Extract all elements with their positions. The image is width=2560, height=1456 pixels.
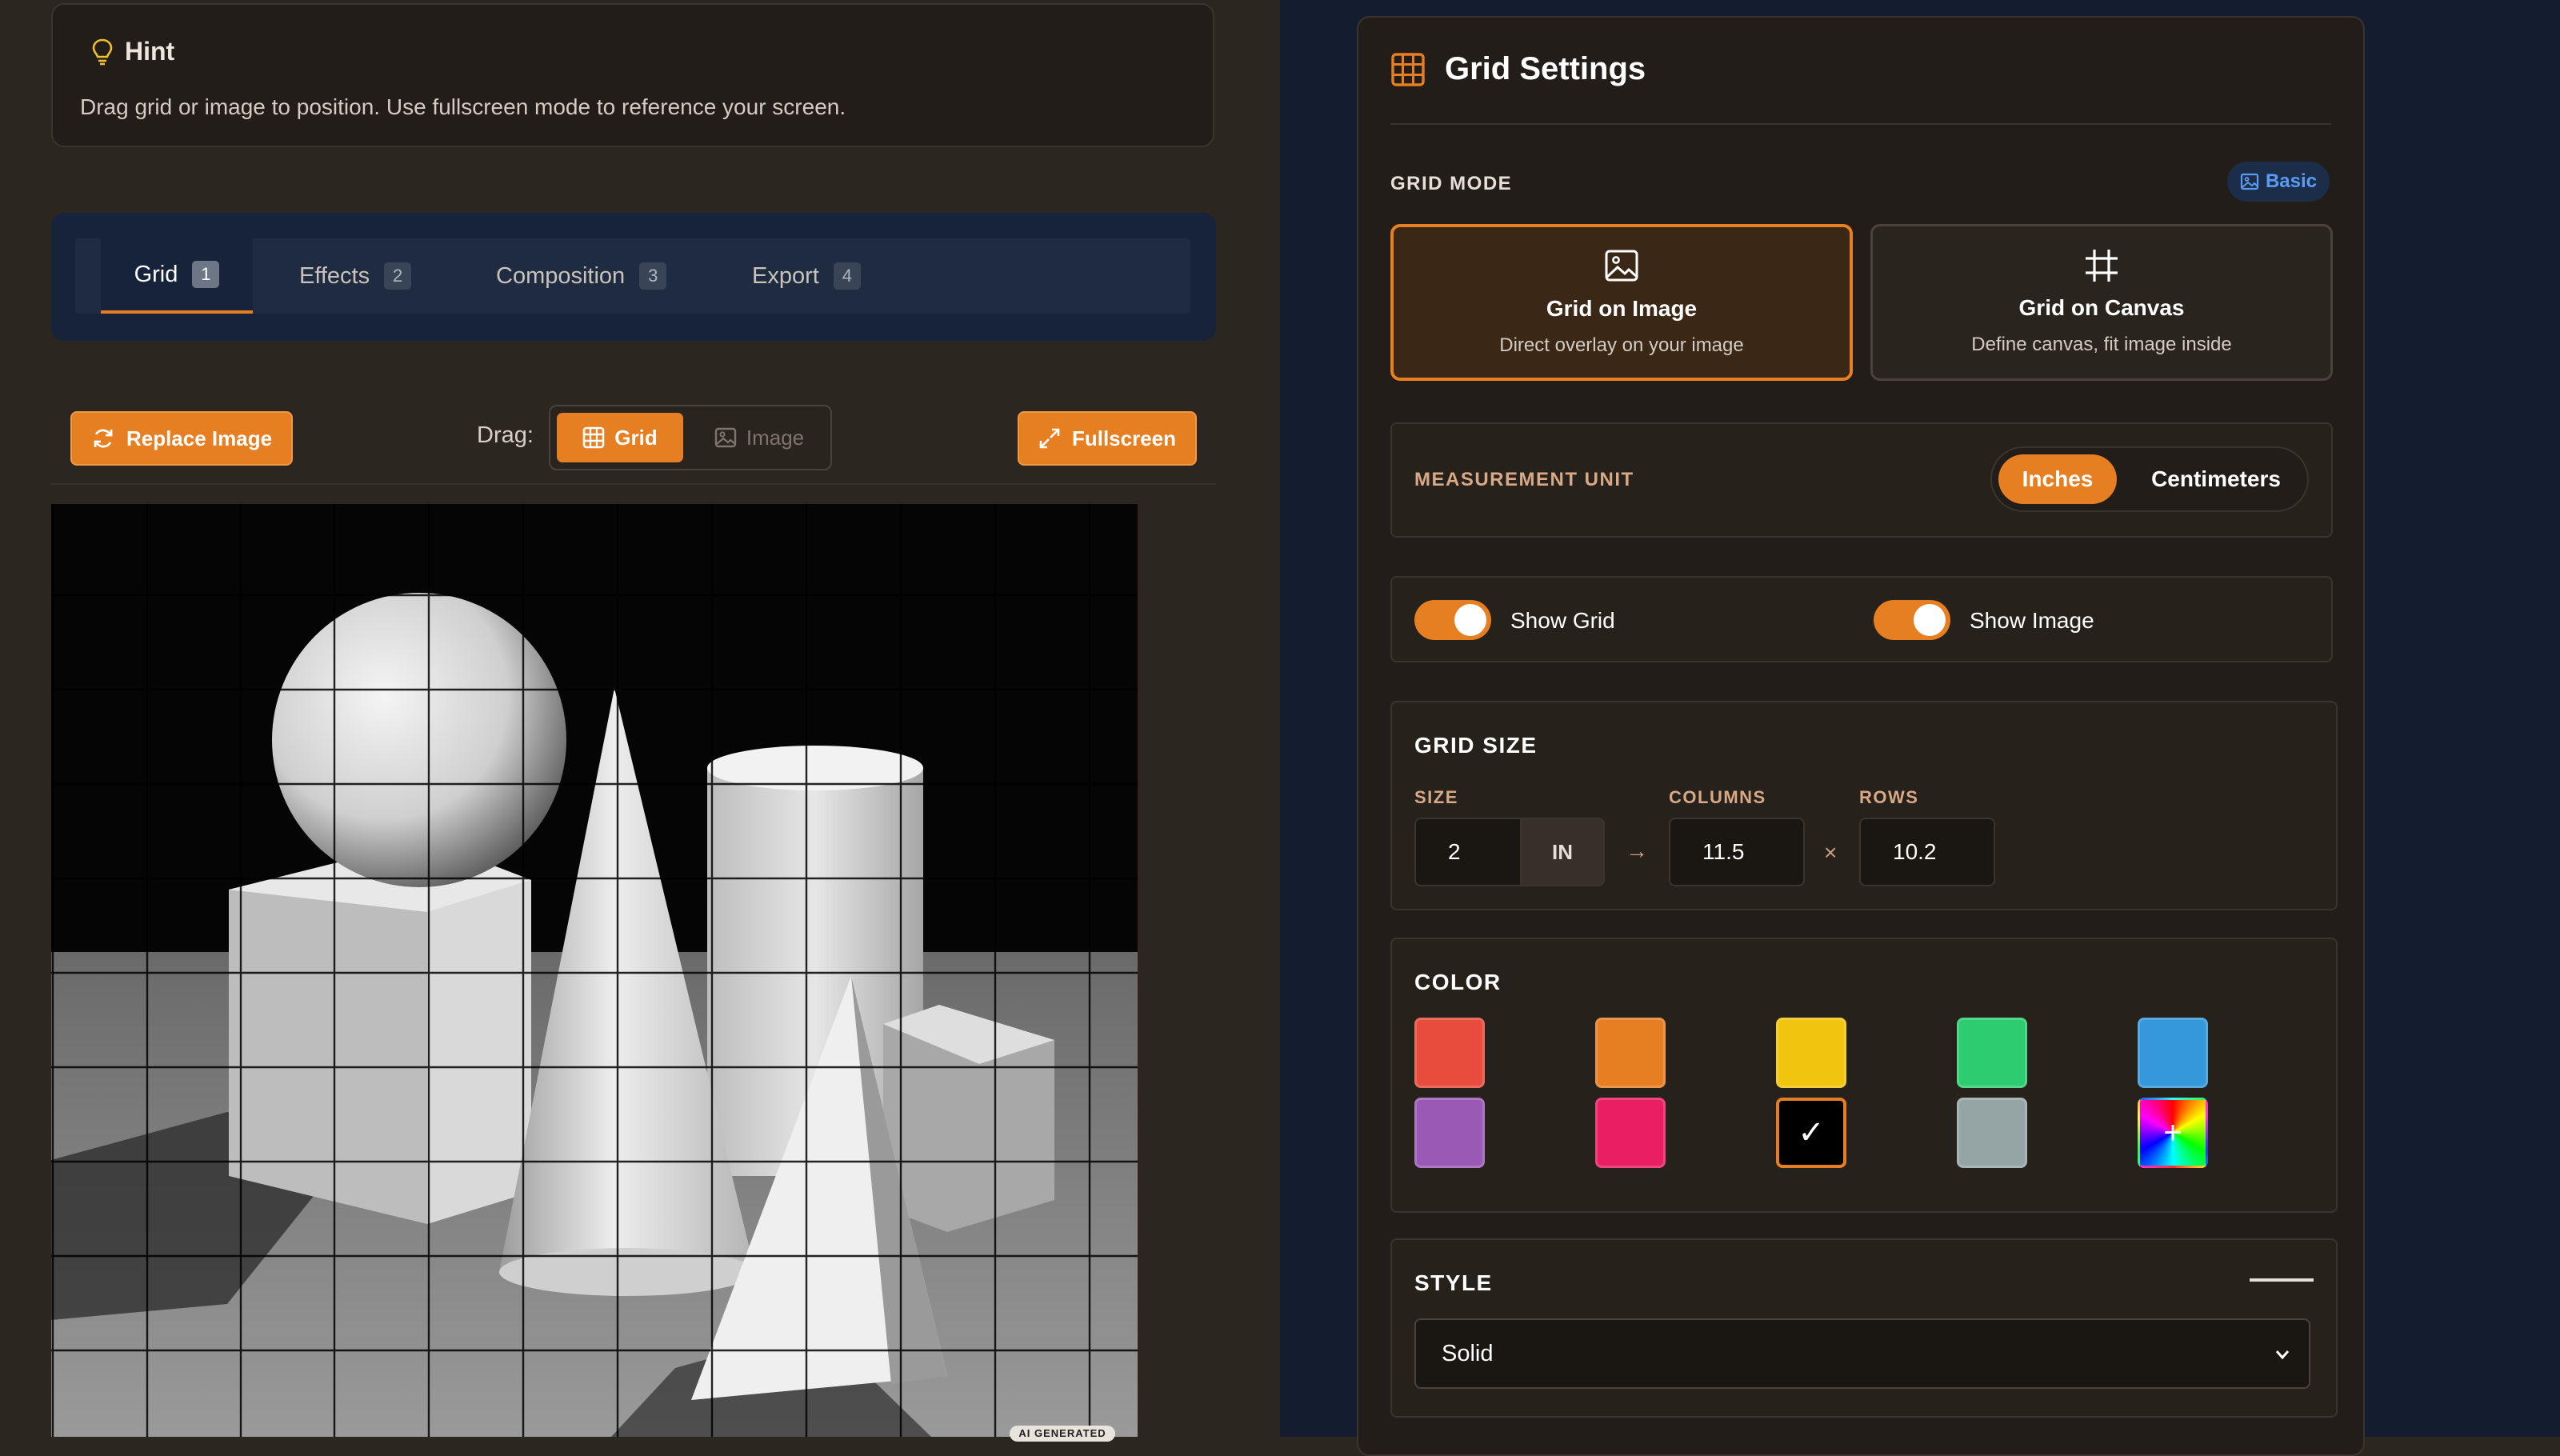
- measurement-unit-section: MEASUREMENT UNIT Inches Centimeters: [1390, 422, 2333, 538]
- panel-divider: [1390, 123, 2331, 125]
- line-style-select[interactable]: Solid: [1414, 1318, 2310, 1389]
- reference-image: [51, 504, 1138, 1437]
- color-section: COLOR ✓ +: [1390, 938, 2338, 1213]
- show-image-toggle[interactable]: [1874, 600, 1950, 640]
- unit-toggle: Inches Centimeters: [1990, 446, 2309, 512]
- image-icon: [1605, 250, 1638, 282]
- grid-size-section: GRID SIZE SIZE 2 IN → COLUMNS 11.5 × ROW…: [1390, 701, 2338, 910]
- drag-image-button[interactable]: Image: [699, 413, 819, 462]
- columns-label: COLUMNS: [1669, 787, 1766, 807]
- mode-title: Grid on Canvas: [2018, 295, 2185, 320]
- mode-grid-on-canvas[interactable]: Grid on Canvas Define canvas, fit image …: [1870, 224, 2333, 381]
- image-canvas[interactable]: [51, 504, 1138, 1437]
- panel-header: Grid Settings: [1390, 51, 1646, 87]
- drag-image-label: Image: [746, 425, 805, 450]
- show-image-label: Show Image: [1970, 608, 2094, 633]
- grid-size-label: GRID SIZE: [1414, 733, 1538, 758]
- drag-grid-button[interactable]: Grid: [557, 413, 683, 462]
- plus-icon: +: [2163, 1114, 2182, 1150]
- image-icon: [714, 427, 737, 448]
- arrow-right-icon: →: [1626, 838, 1648, 863]
- grid-mode-label: GRID MODE: [1390, 173, 1513, 194]
- unit-inches-button[interactable]: Inches: [1998, 454, 2117, 504]
- color-swatch-purple[interactable]: [1414, 1098, 1485, 1168]
- tab-number: 1: [192, 261, 220, 288]
- size-label: SIZE: [1414, 787, 1458, 807]
- tab-export[interactable]: Export 4: [752, 238, 861, 314]
- tab-label: Composition: [496, 262, 626, 289]
- tab-container: Grid 1 Effects 2 Composition 3 Export 4: [51, 213, 1216, 341]
- checkmark-icon: ✓: [1798, 1115, 1825, 1150]
- basic-badge-label: Basic: [2265, 170, 2318, 192]
- tab-grid[interactable]: Grid 1: [101, 238, 253, 314]
- basic-badge[interactable]: Basic: [2227, 162, 2330, 202]
- color-swatch-yellow[interactable]: [1776, 1018, 1846, 1088]
- ai-generated-badge: AI GENERATED: [1010, 1426, 1115, 1442]
- lightbulb-icon: [92, 38, 113, 65]
- color-swatch-green[interactable]: [1957, 1018, 2027, 1088]
- rows-input[interactable]: 10.2: [1859, 818, 1995, 886]
- color-swatch-gray[interactable]: [1957, 1098, 2027, 1168]
- tab-composition[interactable]: Composition 3: [496, 238, 667, 314]
- times-icon: ×: [1824, 840, 1838, 865]
- image-icon: [2240, 173, 2259, 190]
- mode-subtitle: Define canvas, fit image inside: [1971, 334, 2232, 355]
- hint-card: Hint Drag grid or image to position. Use…: [51, 3, 1214, 147]
- tab-label: Effects: [299, 262, 370, 289]
- chevron-down-icon: [2275, 1350, 2290, 1360]
- line-style-preview: [2250, 1278, 2314, 1282]
- tab-number: 4: [833, 262, 861, 290]
- show-grid-toggle[interactable]: [1414, 600, 1491, 640]
- color-swatch-pink[interactable]: [1595, 1098, 1666, 1168]
- hint-header: Hint: [91, 37, 174, 66]
- grid-icon: [582, 426, 605, 449]
- line-style-value: Solid: [1442, 1340, 1494, 1366]
- tab-number: 2: [384, 262, 412, 290]
- custom-color-button[interactable]: +: [2138, 1098, 2208, 1168]
- drag-mode-toggle: Grid Image: [549, 405, 832, 470]
- fullscreen-label: Fullscreen: [1071, 426, 1177, 450]
- grid-icon: [1391, 52, 1425, 86]
- rows-label: ROWS: [1859, 787, 1919, 807]
- grid-settings-panel: Grid Settings GRID MODE Basic Grid on Im…: [1357, 16, 2365, 1456]
- replace-image-button[interactable]: Replace Image: [70, 411, 293, 466]
- tab-label: Grid: [134, 261, 178, 287]
- hint-text: Drag grid or image to position. Use full…: [80, 94, 846, 119]
- replace-image-label: Replace Image: [126, 426, 273, 450]
- measurement-unit-label: MEASUREMENT UNIT: [1414, 469, 1634, 490]
- show-grid-label: Show Grid: [1510, 608, 1615, 633]
- tab-effects[interactable]: Effects 2: [299, 238, 412, 314]
- unit-centimeters-button[interactable]: Centimeters: [2136, 454, 2296, 504]
- tab-label: Export: [752, 262, 819, 289]
- mode-title: Grid on Image: [1546, 296, 1698, 321]
- size-unit: IN: [1520, 818, 1605, 886]
- panel-title: Grid Settings: [1445, 51, 1646, 86]
- visibility-section: Show Grid Show Image: [1390, 576, 2333, 662]
- fullscreen-button[interactable]: Fullscreen: [1018, 411, 1197, 466]
- color-swatch-red[interactable]: [1414, 1018, 1485, 1088]
- tab-bar: Grid 1 Effects 2 Composition 3 Export 4: [75, 238, 1190, 314]
- refresh-icon: [94, 429, 113, 448]
- mode-subtitle: Direct overlay on your image: [1499, 334, 1744, 356]
- crop-frame-icon: [2086, 250, 2118, 282]
- mode-grid-on-image[interactable]: Grid on Image Direct overlay on your ima…: [1390, 224, 1853, 381]
- expand-icon: [1039, 428, 1060, 449]
- style-label: STYLE: [1414, 1270, 1493, 1295]
- size-input[interactable]: 2: [1414, 818, 1522, 886]
- hint-title: Hint: [125, 37, 175, 66]
- color-swatch-blue[interactable]: [2138, 1018, 2208, 1088]
- color-swatch-black[interactable]: ✓: [1776, 1098, 1846, 1168]
- color-swatch-orange[interactable]: [1595, 1018, 1666, 1088]
- toolbar-divider: [51, 483, 1216, 485]
- drag-label: Drag:: [477, 422, 534, 448]
- style-section: STYLE Solid: [1390, 1238, 2338, 1418]
- columns-input[interactable]: 11.5: [1669, 818, 1805, 886]
- color-label: COLOR: [1414, 970, 1502, 994]
- tab-number: 3: [639, 262, 667, 290]
- drag-grid-label: Grid: [614, 425, 658, 450]
